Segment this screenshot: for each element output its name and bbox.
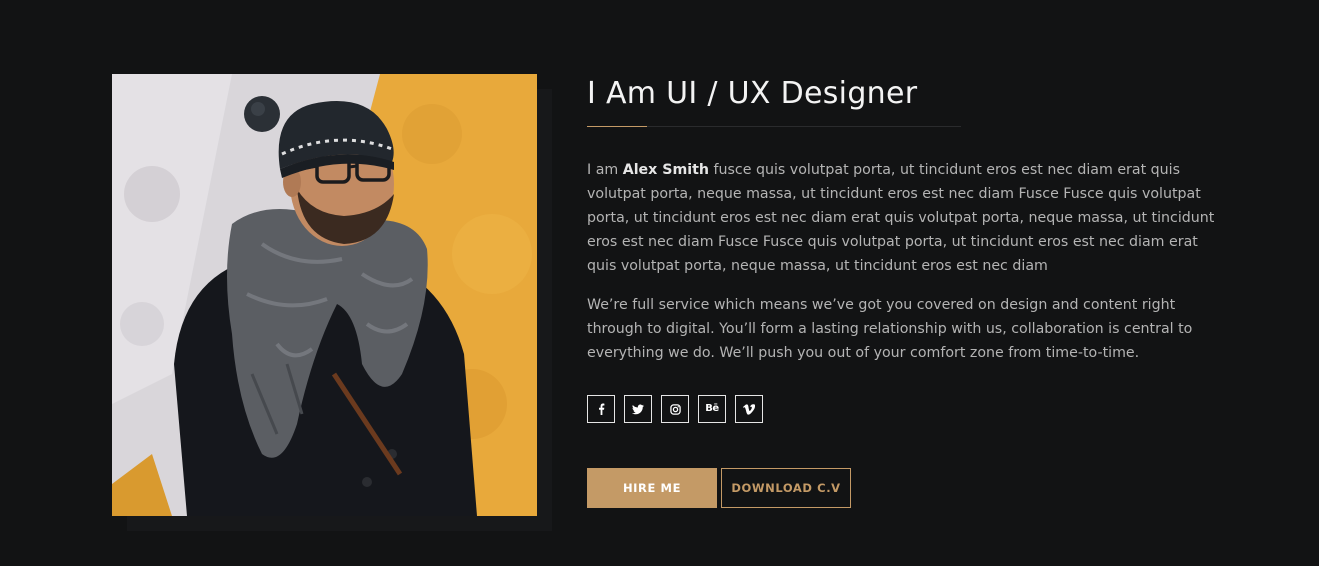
facebook-icon	[599, 403, 605, 415]
twitter-link[interactable]	[624, 395, 652, 423]
services-paragraph: We’re full service which means we’ve got…	[587, 297, 1193, 361]
social-links: Bē	[587, 395, 1227, 423]
intro-paragraph: I am Alex Smith fusce quis volutpat port…	[587, 158, 1217, 278]
profile-photo	[112, 74, 537, 516]
hire-me-button[interactable]: HIRE ME	[587, 468, 717, 508]
title-divider-accent	[587, 126, 647, 127]
vimeo-icon	[743, 403, 755, 415]
instagram-icon	[669, 403, 681, 415]
about-content: I Am UI / UX Designer I am Alex Smith fu…	[587, 72, 1227, 508]
title-divider	[587, 126, 961, 127]
twitter-icon	[632, 404, 644, 414]
intro-prefix: I am	[587, 162, 623, 178]
facebook-link[interactable]	[587, 395, 615, 423]
action-buttons: HIRE ME DOWNLOAD C.V	[587, 468, 1227, 508]
download-cv-button[interactable]: DOWNLOAD C.V	[721, 468, 851, 508]
behance-link[interactable]: Bē	[698, 395, 726, 423]
designer-name: Alex Smith	[622, 162, 710, 178]
intro-body: fusce quis volutpat porta, ut tincidunt …	[587, 162, 1215, 274]
page-title: I Am UI / UX Designer	[587, 76, 918, 111]
instagram-link[interactable]	[661, 395, 689, 423]
vimeo-link[interactable]	[735, 395, 763, 423]
behance-icon: Bē	[705, 403, 719, 414]
